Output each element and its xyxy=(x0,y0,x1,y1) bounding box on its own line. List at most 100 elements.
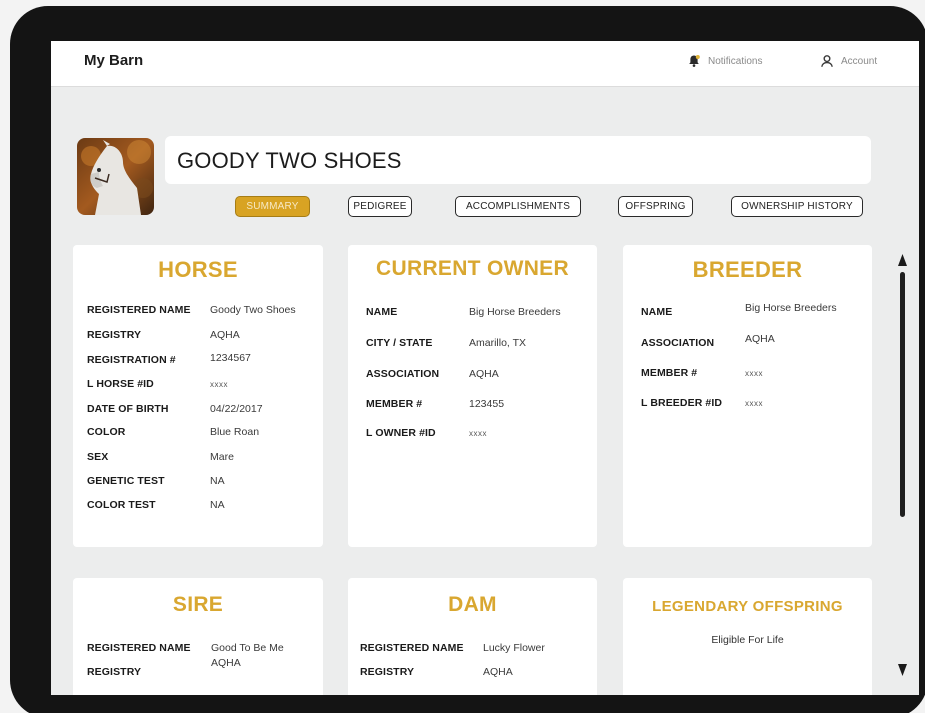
row-value: 04/22/2017 xyxy=(210,403,263,415)
row-label: DATE OF BIRTH xyxy=(87,403,169,415)
row-label: COLOR xyxy=(87,426,126,438)
row-value: AQHA xyxy=(210,329,240,341)
row-label: SEX xyxy=(87,451,109,463)
tab-ownership-history[interactable]: OWNERSHIP HISTORY xyxy=(731,196,863,217)
info-row: NAME Big Horse Breeders xyxy=(623,302,872,322)
top-bar: My Barn Notifications Account xyxy=(51,41,919,87)
row-value: Mare xyxy=(210,451,234,463)
breeder-card: BREEDER NAME Big Horse Breeders ASSOCIATI… xyxy=(623,245,872,547)
account-link[interactable]: Account xyxy=(820,54,877,68)
app-screen: My Barn Notifications Account GOODY TWO … xyxy=(51,41,919,695)
info-row: L BREEDER #ID xxxx xyxy=(623,397,872,413)
eligibility-text: Eligible For Life xyxy=(711,634,784,646)
tablet-frame: My Barn Notifications Account GOODY TWO … xyxy=(10,6,925,713)
row-value: Big Horse Breeders xyxy=(745,302,837,314)
row-label: NAME xyxy=(641,306,673,318)
row-value: NA xyxy=(210,475,225,487)
notifications-link[interactable]: Notifications xyxy=(687,54,762,68)
current-owner-card: CURRENT OWNER NAME Big Horse Breeders CIT… xyxy=(348,245,597,547)
app-title: My Barn xyxy=(84,52,144,69)
info-row: COLOR Blue Roan xyxy=(73,426,323,442)
horse-card-title: HORSE xyxy=(158,257,238,282)
row-value: AQHA xyxy=(469,368,499,380)
info-row: ASSOCIATION AQHA xyxy=(348,368,597,384)
row-label: REGISTRY xyxy=(87,329,142,341)
row-value: AQHA xyxy=(483,666,513,678)
dam-card-title: DAM xyxy=(448,593,497,616)
scroll-down-button[interactable] xyxy=(898,663,907,681)
row-label: COLOR TEST xyxy=(87,499,156,511)
row-value: Good To Be Me xyxy=(211,642,284,654)
scrollbar-thumb[interactable] xyxy=(900,272,905,517)
row-value: NA xyxy=(210,499,225,511)
row-label: REGISTERED NAME xyxy=(87,642,191,654)
horse-name: GOODY TWO SHOES xyxy=(177,148,402,173)
info-row: REGISTERED NAME Goody Two Shoes xyxy=(73,304,323,320)
info-row: REGISTRY AQHA xyxy=(73,329,323,345)
info-row: L OWNER #ID xxxx xyxy=(348,427,597,443)
tab-pedigree[interactable]: PEDIGREE xyxy=(348,196,412,217)
row-label: L BREEDER #ID xyxy=(641,397,723,409)
info-row: ASSOCIATION AQHA xyxy=(623,333,872,353)
info-row: MEMBER # 123455 xyxy=(348,398,597,414)
sire-card: SIRE REGISTERED NAME Good To Be Me REGIST… xyxy=(73,578,323,695)
row-label: MEMBER # xyxy=(641,367,698,379)
notifications-label: Notifications xyxy=(708,55,763,67)
row-value: 123455 xyxy=(469,398,505,410)
account-label: Account xyxy=(841,55,878,67)
row-value: AQHA xyxy=(745,333,775,345)
horse-card: HORSE REGISTERED NAME Goody Two Shoes REG… xyxy=(73,245,323,547)
row-value: xxxx xyxy=(745,399,763,408)
row-value: Amarillo, TX xyxy=(469,337,526,349)
row-label: REGISTRATION # xyxy=(87,354,176,366)
row-value: xxxx xyxy=(469,429,487,438)
info-row: CITY / STATE Amarillo, TX xyxy=(348,337,597,353)
breeder-card-title: BREEDER xyxy=(692,257,803,282)
info-row: REGISTERED NAME Good To Be Me xyxy=(73,642,323,658)
tab-summary[interactable]: SUMMARY xyxy=(235,196,310,217)
info-row: NAME Big Horse Breeders xyxy=(348,306,597,322)
info-row: REGISTERED NAME Lucky Flower xyxy=(348,642,597,658)
info-row: MEMBER # xxxx xyxy=(623,367,872,383)
user-icon xyxy=(820,54,834,68)
horse-name-box: GOODY TWO SHOES xyxy=(165,136,871,184)
legendary-offspring-card: LEGENDARY OFFSPRING Eligible For Life xyxy=(623,578,872,695)
row-value: Goody Two Shoes xyxy=(210,304,296,316)
row-label: REGISTRY xyxy=(360,666,415,678)
row-value: 1234567 xyxy=(210,352,251,364)
info-row: COLOR TEST NA xyxy=(73,499,323,515)
legendary-card-title: LEGENDARY OFFSPRING xyxy=(652,598,843,615)
row-label: ASSOCIATION xyxy=(641,337,715,349)
info-row: GENETIC TEST NA xyxy=(73,475,323,491)
row-value: Blue Roan xyxy=(210,426,260,438)
info-row: REGISTRY AQHA xyxy=(348,666,597,682)
row-label: NAME xyxy=(366,306,398,318)
triangle-up-icon xyxy=(898,254,907,266)
triangle-down-icon xyxy=(898,664,907,676)
scroll-up-button[interactable] xyxy=(898,253,907,271)
info-row: L HORSE #ID xxxx xyxy=(73,378,323,394)
horse-photo xyxy=(77,138,154,215)
sire-card-title: SIRE xyxy=(172,593,224,616)
owner-card-title: CURRENT OWNER xyxy=(376,257,569,280)
row-label: REGISTERED NAME xyxy=(87,304,191,316)
row-value: xxxx xyxy=(745,369,763,378)
info-row: SEX Mare xyxy=(73,451,323,467)
row-label: GENETIC TEST xyxy=(87,475,165,487)
row-label: MEMBER # xyxy=(366,398,423,410)
info-row: DATE OF BIRTH 04/22/2017 xyxy=(73,403,323,419)
info-row: REGISTRY AQHA xyxy=(73,657,323,682)
dam-card: DAM REGISTERED NAME Lucky Flower REGISTRY… xyxy=(348,578,597,695)
bell-icon xyxy=(687,54,701,68)
row-value: Big Horse Breeders xyxy=(469,306,561,318)
row-label: REGISTERED NAME xyxy=(360,642,464,654)
tab-offspring[interactable]: OFFSPRING xyxy=(618,196,693,217)
tab-accomplishments[interactable]: ACCOMPLISHMENTS xyxy=(455,196,581,217)
row-label: ASSOCIATION xyxy=(366,368,440,380)
row-value: Lucky Flower xyxy=(483,642,545,654)
row-value: xxxx xyxy=(210,380,228,389)
row-label: CITY / STATE xyxy=(366,337,433,349)
row-label: L HORSE #ID xyxy=(87,378,154,390)
info-row: REGISTRATION # 1234567 xyxy=(73,352,323,368)
row-label: L OWNER #ID xyxy=(366,427,436,439)
